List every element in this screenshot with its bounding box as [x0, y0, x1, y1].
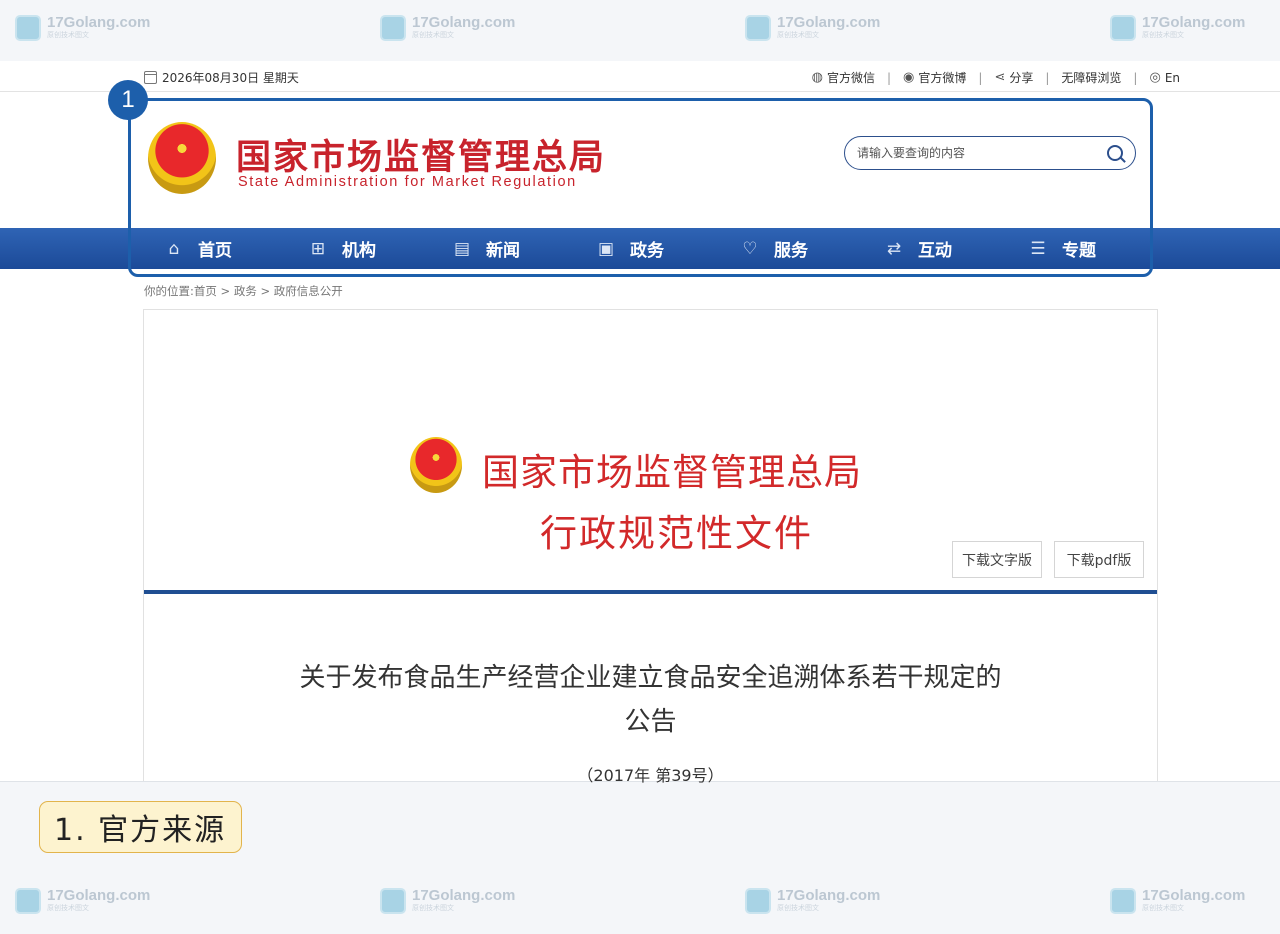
top-link-3[interactable]: 无障碍浏览 — [1061, 69, 1121, 86]
top-link-label: En — [1164, 70, 1180, 85]
document-org: 国家市场监督管理总局 — [482, 451, 862, 494]
document-type: 行政规范性文件 — [540, 512, 813, 555]
document-number: （2017年 第39号） — [577, 766, 724, 785]
top-link-label: 官方微博 — [918, 71, 967, 85]
watermark-tagline: 原创技术图文 — [1142, 904, 1184, 912]
watermark-logo-icon — [745, 15, 771, 41]
share-icon: ⋖ — [994, 70, 1006, 85]
watermark-text: 17Golang.com 原创技术图文 — [412, 888, 515, 912]
watermark: 17Golang.com 原创技术图文 — [745, 888, 880, 914]
watermark-text: 17Golang.com 原创技术图文 — [47, 15, 150, 39]
globe-icon: ◎ — [1149, 70, 1161, 85]
document-panel: 国家市场监督管理总局 行政规范性文件 下载文字版 下载pdf版 关于发布食品生产… — [143, 309, 1158, 785]
top-link-2[interactable]: ⋖ 分享 — [994, 69, 1033, 86]
date-text: 2026年08月30日 星期天 — [162, 71, 299, 85]
watermark-text: 17Golang.com 原创技术图文 — [1142, 888, 1245, 912]
watermark-tagline: 原创技术图文 — [412, 31, 454, 39]
top-link-1[interactable]: ◉ 官方微博 — [903, 69, 966, 86]
download-text-button[interactable]: 下载文字版 — [952, 541, 1042, 578]
link-separator: | — [1045, 70, 1050, 85]
watermark-tagline: 原创技术图文 — [412, 904, 454, 912]
watermark-logo-icon — [380, 15, 406, 41]
watermark-logo-icon — [1110, 15, 1136, 41]
document-divider — [144, 590, 1157, 594]
watermark-domain: 17Golang.com — [412, 887, 516, 904]
watermark-logo-icon — [15, 888, 41, 914]
watermark-domain: 17Golang.com — [47, 887, 151, 904]
watermark: 17Golang.com 原创技术图文 — [380, 888, 515, 914]
wechat-icon: ◍ — [811, 70, 823, 85]
watermark-logo-icon — [15, 15, 41, 41]
annotation-badge: 1 — [108, 80, 148, 120]
watermark-text: 17Golang.com 原创技术图文 — [777, 15, 880, 39]
watermark-text: 17Golang.com 原创技术图文 — [47, 888, 150, 912]
date-display: 2026年08月30日 星期天 — [144, 69, 299, 86]
weibo-icon: ◉ — [903, 70, 915, 85]
top-link-label: 分享 — [1009, 71, 1034, 85]
watermark-tagline: 原创技术图文 — [777, 31, 819, 39]
watermark-domain: 17Golang.com — [1142, 14, 1246, 31]
watermark-domain: 17Golang.com — [412, 14, 516, 31]
link-separator: | — [978, 70, 983, 85]
watermark-domain: 17Golang.com — [47, 14, 151, 31]
top-links: ◍ 官方微信 | ◉ 官方微博 | ⋖ 分享 | 无障碍浏览 | ◎ En — [812, 69, 1180, 86]
watermark-band-top — [0, 0, 1280, 61]
document-title-line1: 关于发布食品生产经营企业建立食品安全追溯体系若干规定的 — [299, 663, 1002, 693]
top-link-0[interactable]: ◍ 官方微信 — [812, 69, 875, 86]
watermark-text: 17Golang.com 原创技术图文 — [412, 15, 515, 39]
watermark-text: 17Golang.com 原创技术图文 — [1142, 15, 1245, 39]
watermark: 17Golang.com 原创技术图文 — [380, 15, 515, 41]
watermark-tagline: 原创技术图文 — [777, 904, 819, 912]
watermark-domain: 17Golang.com — [777, 14, 881, 31]
link-separator: | — [886, 70, 892, 85]
watermark-text: 17Golang.com 原创技术图文 — [777, 888, 880, 912]
link-separator: | — [1133, 70, 1138, 85]
watermark-logo-icon — [1110, 888, 1136, 914]
caption-label: 1. 官方来源 — [39, 801, 242, 853]
watermark: 17Golang.com 原创技术图文 — [745, 15, 880, 41]
top-link-4[interactable]: ◎ En — [1149, 70, 1180, 85]
document-emblem-icon — [410, 437, 462, 493]
top-link-label: 官方微信 — [826, 71, 875, 85]
annotation-highlight-box — [128, 98, 1153, 277]
calendar-icon — [144, 71, 157, 84]
watermark: 17Golang.com 原创技术图文 — [1110, 15, 1245, 41]
document-title-line2: 公告 — [624, 707, 677, 737]
top-info-bar: 2026年08月30日 星期天 ◍ 官方微信 | ◉ 官方微博 | ⋖ 分享 | 无障碍浏览 | ◎ E… — [0, 61, 1280, 92]
download-pdf-button[interactable]: 下载pdf版 — [1054, 541, 1144, 578]
breadcrumb[interactable]: 你的位置:首页 > 政务 > 政府信息公开 — [144, 283, 343, 299]
watermark: 17Golang.com 原创技术图文 — [15, 888, 150, 914]
watermark-domain: 17Golang.com — [777, 887, 881, 904]
watermark-logo-icon — [380, 888, 406, 914]
document-title: 关于发布食品生产经营企业建立食品安全追溯体系若干规定的 公告 — [224, 656, 1077, 744]
watermark-tagline: 原创技术图文 — [47, 904, 89, 912]
watermark: 17Golang.com 原创技术图文 — [15, 15, 150, 41]
watermark-tagline: 原创技术图文 — [1142, 31, 1184, 39]
watermark: 17Golang.com 原创技术图文 — [1110, 888, 1245, 914]
watermark-tagline: 原创技术图文 — [47, 31, 89, 39]
top-link-label: 无障碍浏览 — [1061, 71, 1122, 85]
watermark-domain: 17Golang.com — [1142, 887, 1246, 904]
watermark-logo-icon — [745, 888, 771, 914]
